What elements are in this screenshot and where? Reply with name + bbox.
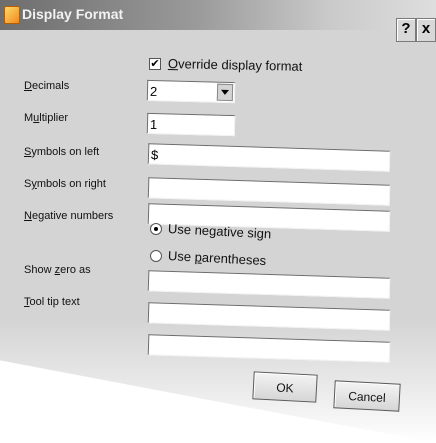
- close-button[interactable]: x: [416, 18, 436, 42]
- multiplier-label: Multiplier: [24, 112, 69, 124]
- decimals-select[interactable]: 2: [146, 79, 236, 104]
- negative-numbers-label: Negative numbers: [24, 210, 114, 222]
- tooltip-text-input[interactable]: [147, 302, 391, 331]
- use-parentheses-radio[interactable]: [150, 250, 162, 262]
- symbols-right-label: Symbols on right: [24, 178, 106, 190]
- show-zero-label: Show zero as: [24, 264, 91, 276]
- symbols-left-input[interactable]: $: [147, 143, 391, 172]
- ok-button[interactable]: OK: [252, 371, 318, 403]
- check-mark-icon: ✔: [150, 57, 160, 70]
- override-checkbox[interactable]: ✔: [149, 58, 161, 70]
- chevron-down-icon[interactable]: [216, 83, 234, 102]
- tooltip-text-label: Tool tip text: [24, 296, 80, 308]
- window-title: Display Format: [22, 6, 124, 22]
- display-format-dialog: Display Format ✔ Override display format…: [0, 0, 436, 443]
- tooltip-text-input-2[interactable]: [147, 334, 391, 363]
- cancel-button[interactable]: Cancel: [333, 380, 401, 412]
- dialog-client-area: ✔ Override display format Decimals 2 Mul…: [0, 30, 436, 443]
- help-button[interactable]: ?: [396, 18, 416, 42]
- decimals-value: 2: [149, 83, 158, 100]
- override-label: Override display format: [167, 56, 303, 74]
- multiplier-value: 1: [149, 116, 158, 133]
- symbols-left-label: Symbols on left: [24, 146, 100, 158]
- use-negative-sign-radio[interactable]: [150, 223, 162, 235]
- app-icon: [4, 6, 20, 24]
- use-parentheses-label: Use parentheses: [167, 248, 267, 269]
- symbols-right-input[interactable]: [147, 177, 391, 206]
- title-bar[interactable]: Display Format: [0, 0, 436, 30]
- show-zero-input[interactable]: [147, 270, 391, 299]
- decimals-label: Decimals: [24, 80, 70, 92]
- multiplier-input[interactable]: 1: [146, 112, 236, 137]
- symbols-left-value: $: [150, 147, 159, 163]
